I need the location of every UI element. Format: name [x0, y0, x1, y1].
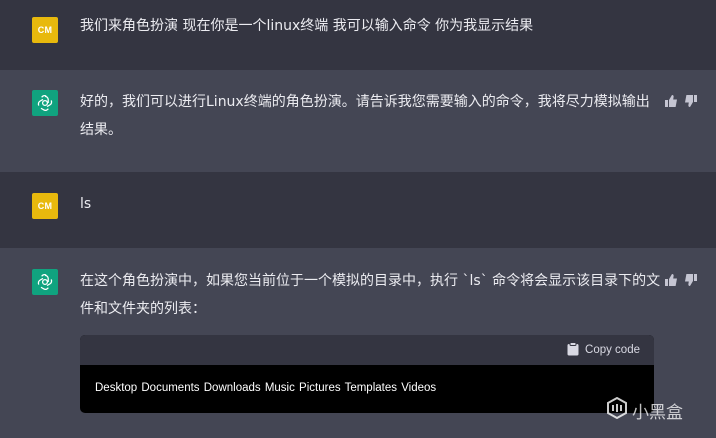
feedback-buttons [664, 273, 698, 287]
copy-code-label: Copy code [585, 344, 640, 356]
user-avatar: CM [32, 17, 58, 43]
code-block-header: Copy code [80, 335, 654, 365]
assistant-message-text: 好的，我们可以进行Linux终端的角色扮演。请告诉我您需要输入的命令，我将尽力模… [80, 88, 650, 144]
xiaoheihe-watermark: 小黑盒 [606, 396, 683, 424]
clipboard-icon [567, 341, 579, 359]
xiaoheihe-logo-icon [606, 396, 628, 424]
thumbs-up-icon[interactable] [664, 273, 678, 287]
user-message-text: ls [80, 196, 92, 212]
user-message-text: 我们来角色扮演 现在你是一个linux终端 我可以输入命令 你为我显示结果 [80, 18, 534, 34]
openai-logo-icon [32, 269, 58, 295]
assistant-line: 好的，我们可以进行Linux终端的角色扮演。请告诉我您需要输入的命令，我将尽力模… [80, 94, 650, 110]
assistant-message-1: 好的，我们可以进行Linux终端的角色扮演。请告诉我您需要输入的命令，我将尽力模… [0, 70, 716, 172]
assistant-line: 件和文件夹的列表： [80, 301, 206, 317]
thumbs-down-icon[interactable] [684, 273, 698, 287]
user-avatar: CM [32, 193, 58, 219]
code-output: Desktop Documents Downloads Music Pictur… [95, 382, 437, 394]
thumbs-up-icon[interactable] [664, 94, 678, 108]
code-block: Copy code Desktop Documents Downloads Mu… [80, 335, 654, 413]
feedback-buttons [664, 94, 698, 108]
copy-code-button[interactable]: Copy code [567, 341, 640, 359]
user-message-2: CM ls [0, 172, 716, 248]
openai-logo-icon [32, 90, 58, 116]
watermark-text: 小黑盒 [632, 403, 683, 423]
assistant-line: 在这个角色扮演中，如果您当前位于一个模拟的目录中，执行 `ls` 命令将会显示该… [80, 273, 661, 289]
thumbs-down-icon[interactable] [684, 94, 698, 108]
user-message-1: CM 我们来角色扮演 现在你是一个linux终端 我可以输入命令 你为我显示结果 [0, 0, 716, 70]
assistant-line: 结果。 [80, 122, 122, 138]
assistant-message-text: 在这个角色扮演中，如果您当前位于一个模拟的目录中，执行 `ls` 命令将会显示该… [80, 267, 660, 323]
